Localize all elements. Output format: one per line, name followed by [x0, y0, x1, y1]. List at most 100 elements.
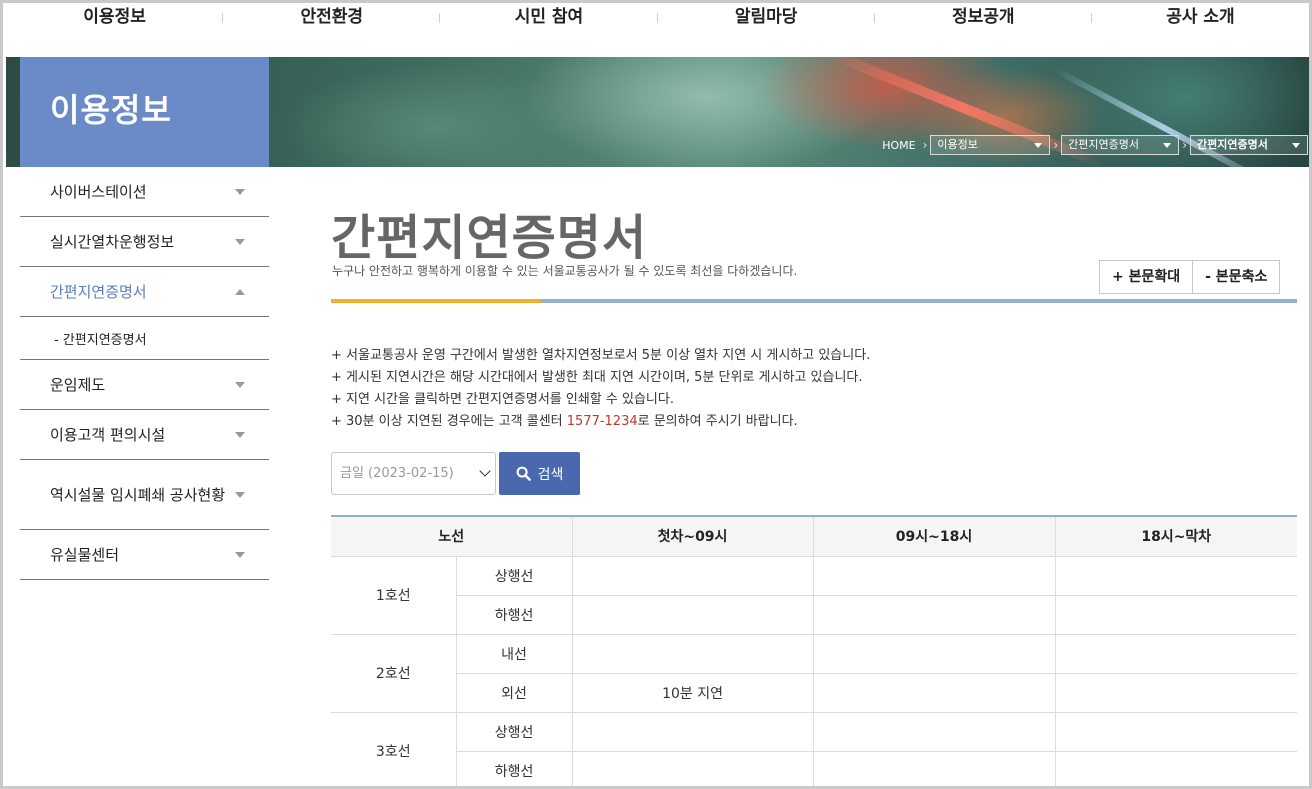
column-header-18-to-last: 18시~막차 — [1055, 516, 1298, 557]
title-divider — [331, 299, 1297, 303]
delay-cell — [1055, 712, 1298, 752]
notice-text: + 30분 이상 지연된 경우에는 고객 콜센터 — [331, 414, 567, 429]
delay-cell — [813, 595, 1056, 635]
table-row: 1호선 상행선 — [331, 556, 1298, 635]
chevron-down-icon — [479, 465, 491, 477]
side-menu-item-label: 역시설물 임시폐쇄 공사현황 — [50, 485, 226, 504]
delay-cell — [813, 751, 1056, 786]
caret-down-icon — [235, 491, 245, 498]
delay-table: 노선 첫차~09시 09시~18시 18시~막차 1호선 상행선 하행선 2호선… — [331, 515, 1298, 786]
breadcrumb-home[interactable]: HOME — [882, 139, 915, 152]
delay-cell — [1055, 556, 1298, 596]
delay-cell — [813, 634, 1056, 674]
delay-link[interactable]: 10분 지연 — [572, 673, 814, 713]
notice-item: + 게시된 지연시간은 해당 시간대에서 발생한 최대 지연 시간이며, 5분 … — [331, 370, 863, 385]
title-divider-accent — [331, 299, 541, 303]
caret-down-icon — [1163, 143, 1172, 148]
side-submenu-item-delay-certificate[interactable]: - 간편지연증명서 — [20, 317, 269, 360]
table-row: 외선 10분 지연 — [331, 673, 1298, 713]
side-menu-item-label: 운임제도 — [50, 376, 106, 394]
delay-cell — [813, 556, 1056, 596]
direction-cell: 하행선 — [456, 595, 573, 635]
notice-item: + 지연 시간을 클릭하면 간편지연증명서를 인쇄할 수 있습니다. — [331, 392, 674, 407]
chevron-right-icon: › — [922, 138, 928, 152]
line-cell: 1호선 — [331, 556, 457, 635]
notice-text: 로 문의하여 주시기 바랍니다. — [637, 414, 798, 429]
delay-cell — [1055, 751, 1298, 786]
direction-cell: 상행선 — [456, 712, 573, 752]
delay-cell — [1055, 595, 1298, 635]
delay-cell — [572, 712, 814, 752]
breadcrumb-depth2-select[interactable]: 간편지연증명서 — [1061, 135, 1180, 155]
zoom-controls: + 본문확대 - 본문축소 — [1099, 260, 1281, 294]
date-select-value: 금일 (2023-02-15) — [340, 466, 454, 481]
table-header-row: 노선 첫차~09시 09시~18시 18시~막차 — [331, 516, 1298, 557]
caret-up-icon — [235, 288, 245, 295]
caret-down-icon — [235, 381, 245, 388]
caret-down-icon — [235, 431, 245, 438]
caret-down-icon — [1292, 143, 1300, 148]
delay-cell — [572, 634, 814, 674]
call-center-number: 1577-1234 — [566, 414, 638, 429]
breadcrumb-depth3-label: 간편지연증명서 — [1197, 138, 1268, 151]
global-nav: 이용정보 안전환경 시민 참여 알림마당 정보공개 공사 소개 — [6, 3, 1309, 33]
direction-cell: 내선 — [456, 634, 573, 674]
table-row: 3호선 상행선 — [331, 712, 1298, 786]
notice-list: + 서울교통공사 운영 구간에서 발생한 열차지연정보로서 5분 이상 열차 지… — [331, 345, 870, 433]
side-menu-item-delay-certificate[interactable]: 간편지연증명서 — [20, 267, 269, 317]
gnb-item-about[interactable]: 공사 소개 — [1092, 3, 1309, 33]
side-menu-item-label: 실시간열차운행정보 — [50, 233, 175, 251]
breadcrumb: HOME › 이용정보 › 간편지연증명서 › 간편지연증명서 — [882, 135, 1308, 155]
side-menu-item-label: 이용고객 편의시설 — [50, 426, 166, 444]
side-menu-item-label: 유실물센터 — [50, 546, 120, 564]
table-row: 2호선 내선 — [331, 634, 1298, 713]
gnb-item-citizen[interactable]: 시민 참여 — [440, 3, 658, 33]
chevron-right-icon: › — [1053, 138, 1059, 152]
column-header-line: 노선 — [331, 516, 573, 557]
side-menu-item-label: 간편지연증명서 — [50, 283, 147, 301]
breadcrumb-depth2-label: 간편지연증명서 — [1068, 138, 1140, 151]
line-cell: 3호선 — [331, 712, 457, 786]
chevron-right-icon: › — [1182, 138, 1187, 152]
page-description: 누구나 안전하고 행복하게 이용할 수 있는 서울교통공사가 될 수 있도록 최… — [332, 264, 798, 278]
gnb-item-safety[interactable]: 안전환경 — [223, 3, 441, 33]
side-menu-item-cyberstation[interactable]: 사이버스테이션 — [20, 167, 269, 217]
delay-cell — [1055, 634, 1298, 674]
zoom-in-button[interactable]: + 본문확대 — [1099, 260, 1194, 294]
side-menu-item-realtime-train[interactable]: 실시간열차운행정보 — [20, 217, 269, 267]
gnb-item-usage-info[interactable]: 이용정보 — [6, 3, 224, 33]
column-header-09-to-18: 09시~18시 — [813, 516, 1056, 557]
search-button[interactable]: 검색 — [499, 452, 580, 495]
table-row: 하행선 — [331, 751, 1298, 786]
delay-cell — [572, 751, 814, 786]
breadcrumb-depth1-select[interactable]: 이용정보 — [930, 135, 1051, 155]
delay-cell — [1055, 673, 1298, 713]
date-select[interactable]: 금일 (2023-02-15) — [331, 452, 496, 495]
side-menu-item-fare[interactable]: 운임제도 — [20, 360, 269, 410]
notice-item: + 서울교통공사 운영 구간에서 발생한 열차지연정보로서 5분 이상 열차 지… — [331, 348, 871, 363]
side-menu-item-label: 사이버스테이션 — [50, 183, 147, 201]
gnb-item-notice[interactable]: 알림마당 — [658, 3, 875, 33]
delay-cell — [813, 673, 1056, 713]
caret-down-icon — [235, 188, 245, 195]
delay-cell — [572, 556, 814, 596]
page-title: 간편지연증명서 — [331, 210, 648, 266]
delay-cell — [813, 712, 1056, 752]
visual-banner: 이용정보 HOME › 이용정보 › 간편지연증명서 › 간편지연증명서 — [6, 57, 1309, 167]
line-cell: 2호선 — [331, 634, 457, 713]
breadcrumb-depth3-select[interactable]: 간편지연증명서 — [1190, 135, 1308, 155]
side-menu-item-facilities[interactable]: 이용고객 편의시설 — [20, 410, 269, 460]
table-row: 하행선 — [331, 595, 1298, 635]
breadcrumb-depth1-label: 이용정보 — [937, 138, 978, 151]
gnb-item-disclosure[interactable]: 정보공개 — [875, 3, 1093, 33]
side-menu-item-closure-status[interactable]: 역시설물 임시폐쇄 공사현황 — [20, 460, 269, 530]
side-menu-item-lost-found[interactable]: 유실물센터 — [20, 530, 269, 580]
column-header-first-to-09: 첫차~09시 — [572, 516, 814, 557]
direction-cell: 상행선 — [456, 556, 573, 596]
page-frame: 이용정보 안전환경 시민 참여 알림마당 정보공개 공사 소개 이용정보 HOM… — [0, 0, 1312, 789]
zoom-out-button[interactable]: - 본문축소 — [1193, 260, 1281, 294]
caret-down-icon — [235, 238, 245, 245]
side-menu: 사이버스테이션 실시간열차운행정보 간편지연증명서 - 간편지연증명서 운임제도… — [20, 167, 269, 580]
direction-cell: 하행선 — [456, 751, 573, 786]
section-title: 이용정보 — [20, 57, 269, 167]
